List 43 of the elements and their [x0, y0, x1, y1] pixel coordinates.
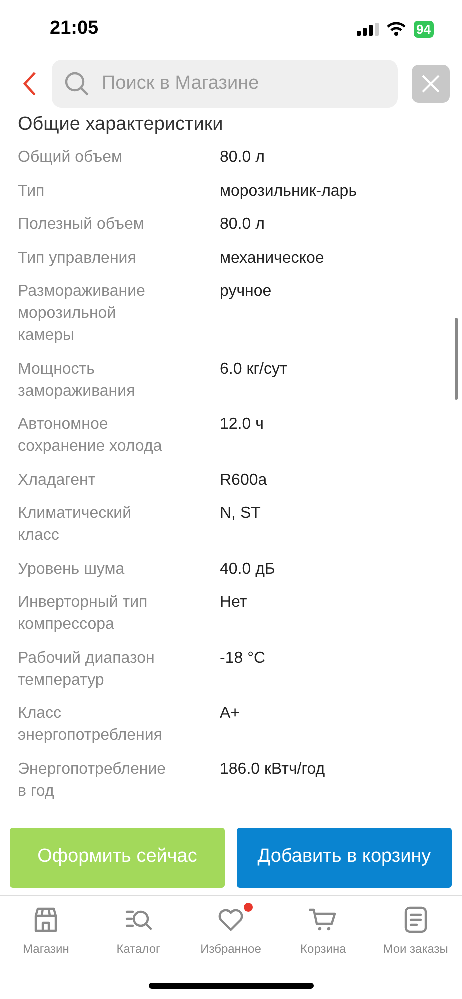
section-title: Общие характеристики [18, 113, 224, 137]
search-field[interactable]: Поиск в Магазине [52, 60, 398, 108]
spec-value: ручное [220, 282, 272, 302]
spec-label: Мощность замораживания [18, 360, 136, 402]
search-icon [64, 71, 90, 97]
wifi-icon [386, 22, 406, 36]
spec-value: 186.0 кВтч/год [220, 760, 326, 780]
close-icon [422, 75, 440, 93]
nav-tab[interactable]: Избранное [200, 940, 262, 958]
status-time: 21:05 [50, 16, 99, 41]
spec-label: Автономное сохранение холода [18, 415, 164, 457]
spec-value: A+ [220, 704, 240, 724]
battery-level: 94 [414, 20, 434, 38]
spec-label: Класс энергопотребления [18, 704, 164, 746]
spec-value: морозильник-ларь [220, 182, 358, 202]
spec-label: Уровень шума [18, 560, 126, 580]
spec-label: Энергопотребление в год [18, 760, 168, 802]
spec-value: -18 °C [220, 648, 266, 668]
spec-value: 80.0 л [220, 215, 265, 235]
spec-value: механическое [220, 248, 324, 268]
spec-label: Хладагент [18, 470, 97, 490]
signal-icon [356, 22, 379, 36]
spec-value: 12.0 ч [220, 415, 264, 435]
spec-label: Полезный объем [18, 215, 146, 235]
spec-label: Тип управления [18, 248, 138, 268]
spec-label: Размораживание морозильной камеры [18, 282, 146, 346]
spec-value: 80.0 л [220, 148, 265, 168]
spec-value: N, ST [220, 504, 261, 524]
add-to-cart-button[interactable]: Добавить в корзину [237, 828, 452, 888]
spec-value: 6.0 кг/сут [220, 360, 288, 380]
spec-label: Тип [18, 182, 46, 202]
nav-tab[interactable]: Магазин [23, 940, 70, 958]
spec-label: Инверторный тип компрессора [18, 593, 149, 635]
spec-value: 40.0 дБ [220, 560, 276, 580]
nav-tab[interactable]: Каталог [116, 940, 160, 958]
nav-tab[interactable]: Корзина [300, 940, 346, 958]
nav-tab[interactable]: Мои заказы [383, 940, 448, 958]
spec-label: Климатический класс [18, 504, 133, 546]
back-icon[interactable] [22, 71, 38, 97]
spec-label: Общий объем [18, 148, 124, 168]
spec-value: Нет [220, 593, 248, 613]
spec-value: R600a [220, 470, 268, 490]
spec-label: Рабочий диапазон температур [18, 648, 156, 690]
